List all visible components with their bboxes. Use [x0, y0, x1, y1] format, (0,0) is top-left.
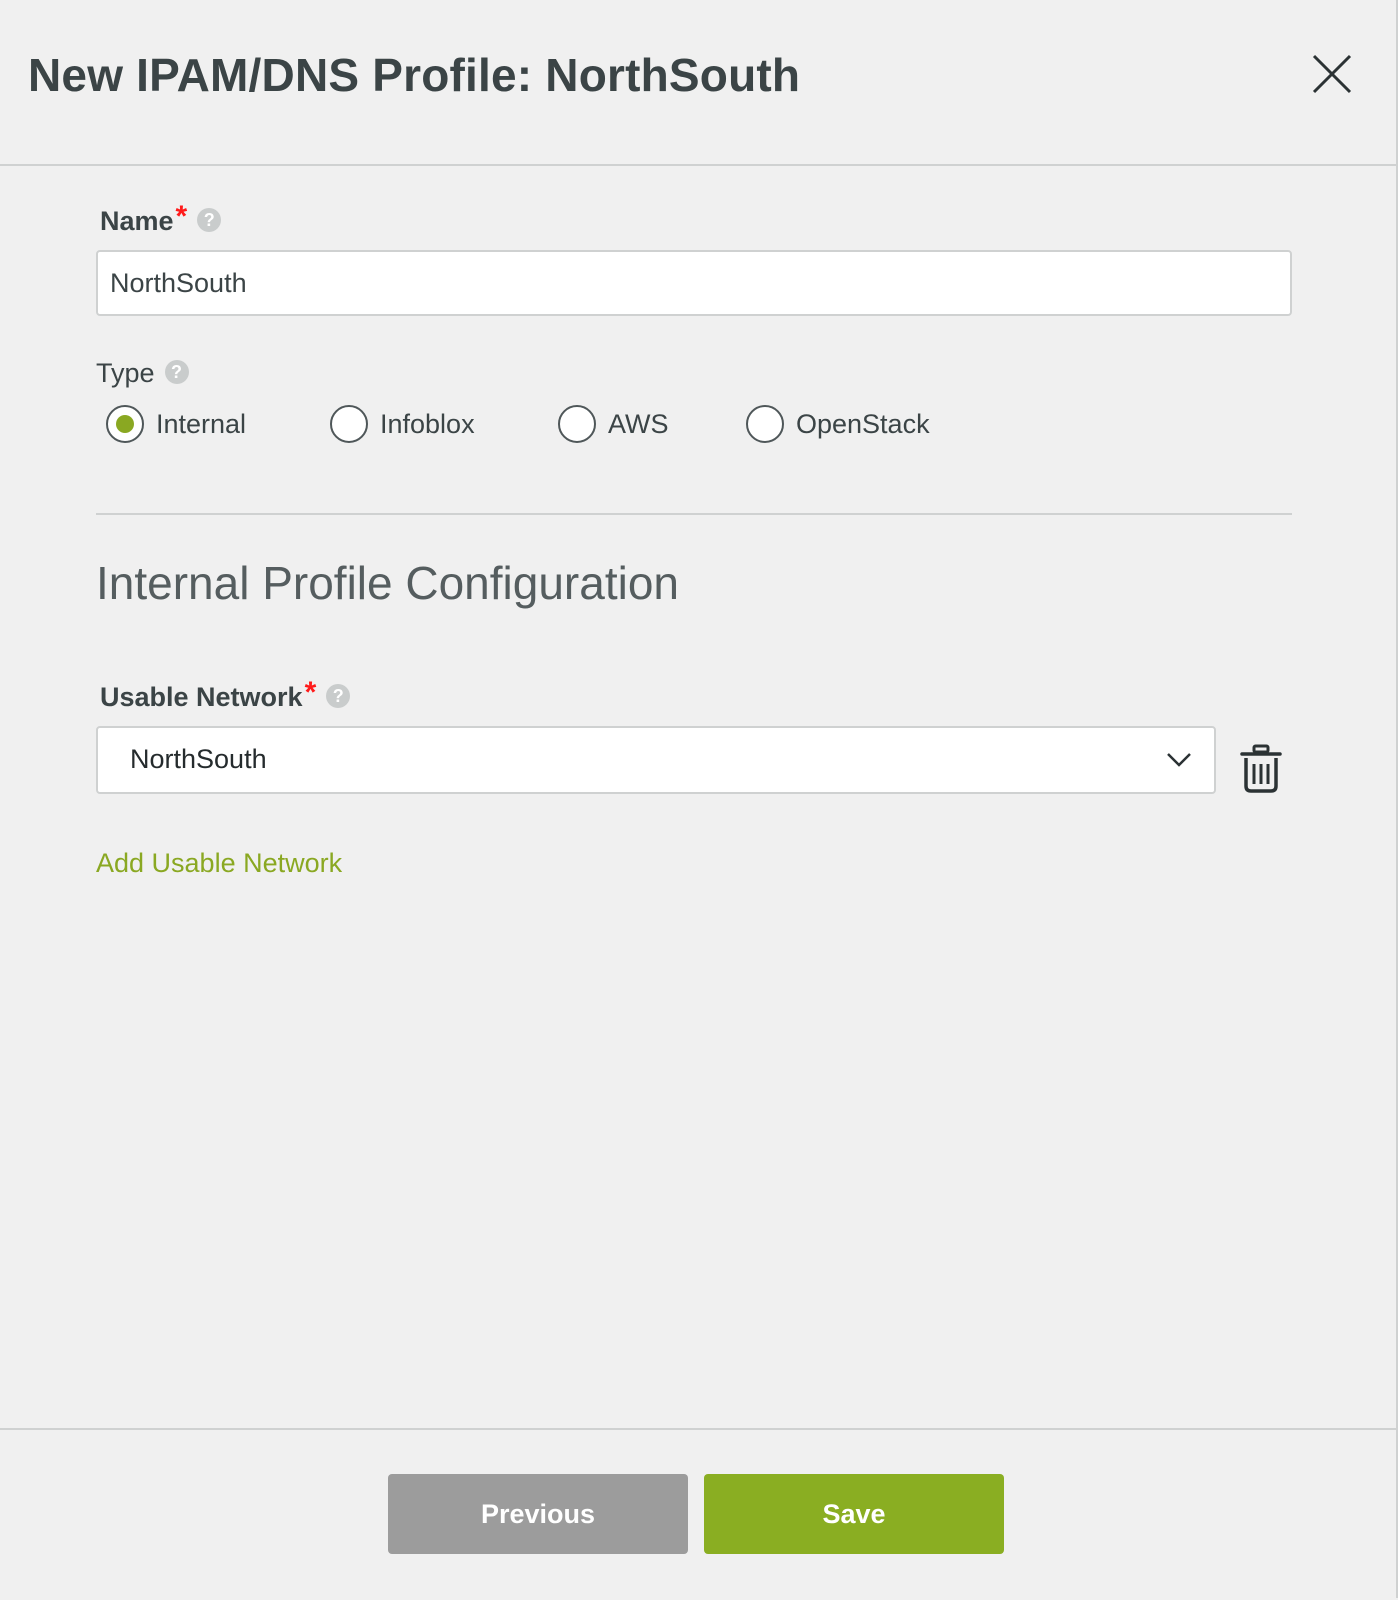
radio-openstack[interactable]: OpenStack [746, 402, 930, 446]
required-mark: * [175, 200, 188, 233]
radio-button-selected[interactable] [106, 405, 144, 443]
dialog-title: New IPAM/DNS Profile: NorthSouth [28, 49, 801, 101]
select-value: NorthSouth [130, 744, 267, 774]
required-mark: * [304, 676, 317, 709]
dialog-footer: Previous Save [0, 1428, 1396, 1600]
usable-network-select[interactable]: NorthSouth [96, 726, 1216, 794]
usable-network-label-text: Usable Network [100, 682, 303, 712]
radio-label: Internal [156, 408, 247, 439]
name-input[interactable] [96, 250, 1292, 316]
help-icon[interactable]: ? [197, 207, 222, 232]
name-label-text: Name [100, 206, 174, 236]
radio-infoblox[interactable]: Infoblox [330, 402, 475, 446]
radio-aws[interactable]: AWS [558, 402, 669, 446]
radio-label: OpenStack [796, 408, 930, 439]
radio-button[interactable] [330, 405, 368, 443]
section-divider [96, 513, 1292, 515]
usable-network-label: Usable Network*? [100, 676, 351, 714]
radio-internal[interactable]: Internal [106, 402, 246, 446]
ipam-dns-profile-dialog: New IPAM/DNS Profile: NorthSouth Name*? … [0, 0, 1398, 1598]
dialog-header: New IPAM/DNS Profile: NorthSouth [0, 0, 1396, 166]
type-label-text: Type [96, 358, 155, 388]
previous-button[interactable]: Previous [388, 1474, 688, 1554]
add-usable-network-link[interactable]: Add Usable Network [96, 848, 342, 879]
radio-button[interactable] [746, 405, 784, 443]
name-label: Name*? [100, 200, 222, 238]
radio-label: Infoblox [380, 408, 475, 439]
radio-label: AWS [608, 408, 669, 439]
save-button[interactable]: Save [704, 1474, 1004, 1554]
help-icon[interactable]: ? [164, 359, 189, 384]
type-label: Type? [96, 358, 189, 389]
delete-network-button[interactable] [1238, 744, 1284, 794]
close-icon [1312, 54, 1352, 94]
radio-button[interactable] [558, 405, 596, 443]
help-icon[interactable]: ? [326, 683, 351, 708]
close-button[interactable] [1308, 50, 1356, 98]
trash-icon [1240, 744, 1282, 793]
section-title: Internal Profile Configuration [96, 557, 679, 609]
chevron-down-icon [1167, 753, 1191, 767]
